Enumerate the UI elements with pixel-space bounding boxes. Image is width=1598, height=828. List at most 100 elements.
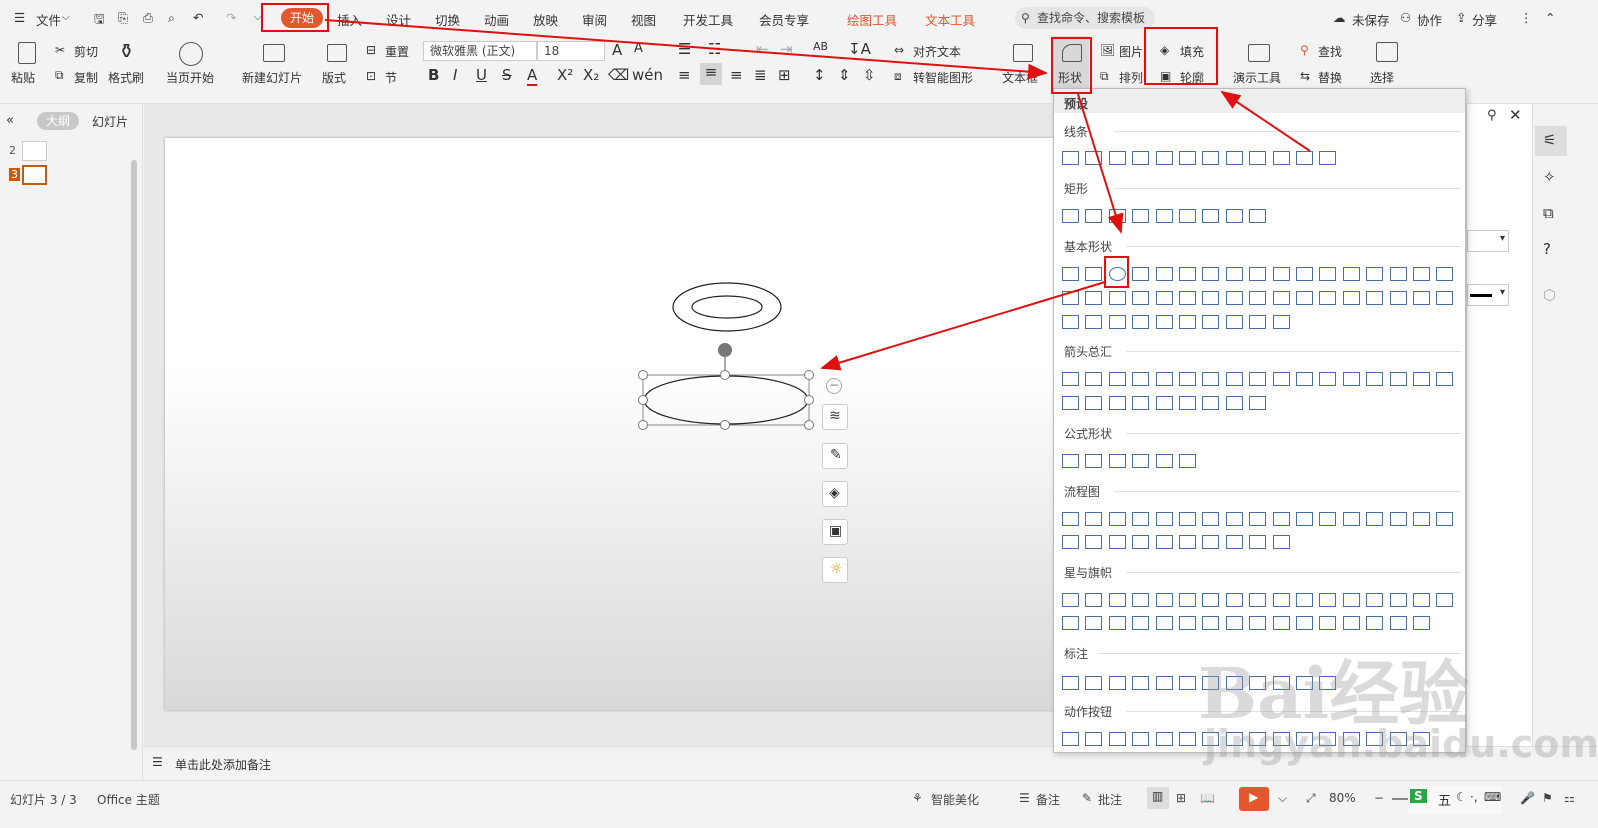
shape-option[interactable] [1249,151,1267,165]
shape-option[interactable] [1132,616,1150,630]
shape-option[interactable] [1108,593,1126,607]
shape-option[interactable] [1413,593,1430,607]
shape-option[interactable] [1108,616,1126,630]
shape-option[interactable] [1366,372,1384,386]
textbox-button[interactable]: 文本框 [1002,69,1038,86]
shape-option[interactable] [1108,676,1126,690]
underline-icon[interactable]: U [476,66,487,84]
arrange-icon[interactable]: ⧉ [1100,69,1109,84]
keyboard-icon[interactable]: ⌨ [1484,790,1501,804]
shape-button[interactable]: 形状 [1058,69,1082,86]
shape-option[interactable] [1155,291,1173,305]
shape-option[interactable] [1296,593,1313,607]
shape-option[interactable] [1132,291,1150,305]
shape-option[interactable] [1085,209,1103,223]
shape-option[interactable] [1202,372,1220,386]
scrollbar[interactable] [131,160,137,750]
shape-option[interactable] [1366,593,1384,607]
resize-handle[interactable] [804,420,814,430]
shape-option[interactable] [1225,512,1243,526]
tab-member[interactable]: 会员专享 [759,10,809,29]
find-icon[interactable]: ⚲ [1300,43,1309,57]
shape-option[interactable] [1108,454,1126,468]
align-text-button[interactable]: 对齐文本 [913,43,961,60]
play-slideshow-button[interactable]: ▶ [1239,787,1269,811]
shape-option[interactable] [1062,151,1079,165]
shape-option[interactable] [1202,267,1220,281]
shape-option[interactable] [1319,593,1337,607]
shape-option[interactable] [1062,676,1079,690]
align-text-icon[interactable]: ⇔ [894,43,904,57]
grow-font-icon[interactable]: A [612,41,622,59]
shape-option[interactable] [1389,291,1407,305]
shape-option[interactable] [1108,512,1126,526]
brush-icon[interactable]: ⚱ [118,39,135,63]
export-icon[interactable]: ⎘ [118,10,128,26]
shape-option[interactable] [1202,593,1220,607]
shape-option[interactable] [1155,512,1173,526]
shape-option[interactable] [1062,267,1079,281]
shape-option[interactable] [1319,512,1337,526]
fill-bucket-icon[interactable]: ◈ [822,481,848,507]
shape-option[interactable] [1342,372,1360,386]
beautify-button[interactable]: 智能美化 [931,791,979,808]
chevron-down-icon[interactable]: ⌵ [62,12,70,23]
paste-button[interactable]: 粘贴 [11,69,35,86]
shape-option[interactable] [1108,315,1126,329]
properties-icon[interactable]: ⚟ [1535,126,1567,156]
zoom-out-icon[interactable]: − [1374,791,1384,805]
shape-option[interactable] [1272,372,1290,386]
shape-option[interactable] [1202,291,1220,305]
shape-option[interactable] [1296,291,1313,305]
scissors-icon[interactable]: ✂ [55,43,65,57]
section-icon[interactable]: ⊡ [366,69,376,83]
shape-option[interactable] [1225,593,1243,607]
shape-option[interactable] [1319,267,1337,281]
shape-option[interactable] [1202,151,1220,165]
cube-icon[interactable]: ⬡ [1543,286,1556,304]
tab-start[interactable]: 开始 [281,8,323,28]
shape-option[interactable] [1085,454,1103,468]
grid-icon[interactable]: ⚏ [1564,791,1575,805]
shape-option[interactable] [1179,616,1196,630]
shape-option[interactable] [1225,209,1243,223]
shape-option[interactable] [1155,315,1173,329]
shape-option[interactable] [1272,315,1290,329]
shape-option[interactable] [1272,593,1290,607]
shape-option[interactable] [1389,372,1407,386]
shape-option[interactable] [1155,209,1173,223]
shrink-font-icon[interactable]: A [634,41,643,56]
resize-handle[interactable] [804,370,814,380]
text-direction-icon[interactable]: AB [813,40,828,53]
shape-option[interactable] [1296,512,1313,526]
shape-option[interactable] [1225,616,1243,630]
shape-option[interactable] [1296,151,1313,165]
rotate-handle-icon[interactable] [718,343,732,357]
shape-option[interactable] [1108,396,1126,410]
outline-icon[interactable]: ▣ [1160,69,1171,83]
shape-option[interactable] [1062,372,1079,386]
shape-option[interactable] [1249,315,1267,329]
inner-ellipse-shape[interactable] [691,295,763,319]
slide-thumbnail-3[interactable] [22,165,47,185]
shape-option[interactable] [1062,209,1079,223]
tab-insert[interactable]: 插入 [337,10,362,29]
shape-option[interactable] [1155,732,1173,746]
shape-option[interactable] [1108,732,1126,746]
animation-icon[interactable]: ✧ [1543,168,1556,186]
replace-button[interactable]: 替换 [1318,69,1342,86]
columns-icon[interactable]: ⇳ [863,66,876,84]
comments-toggle[interactable]: 批注 [1098,791,1122,808]
new-slide-button[interactable]: 新建幻灯片 [242,69,302,86]
superscript-icon[interactable]: X² [557,66,573,84]
pen-icon[interactable]: ✎ [822,443,848,469]
from-current-button[interactable]: 当页开始 [166,69,214,86]
align-center-icon[interactable]: ≡ [700,63,722,85]
shape-option[interactable] [1085,267,1103,281]
shape-option[interactable] [1132,454,1150,468]
shape-option[interactable] [1179,209,1196,223]
tab-review[interactable]: 审阅 [582,10,607,29]
presentation-tools-button[interactable]: 演示工具 [1233,69,1281,86]
shape-option[interactable] [1108,151,1126,165]
pin-icon[interactable]: ⚲ [1487,108,1497,123]
